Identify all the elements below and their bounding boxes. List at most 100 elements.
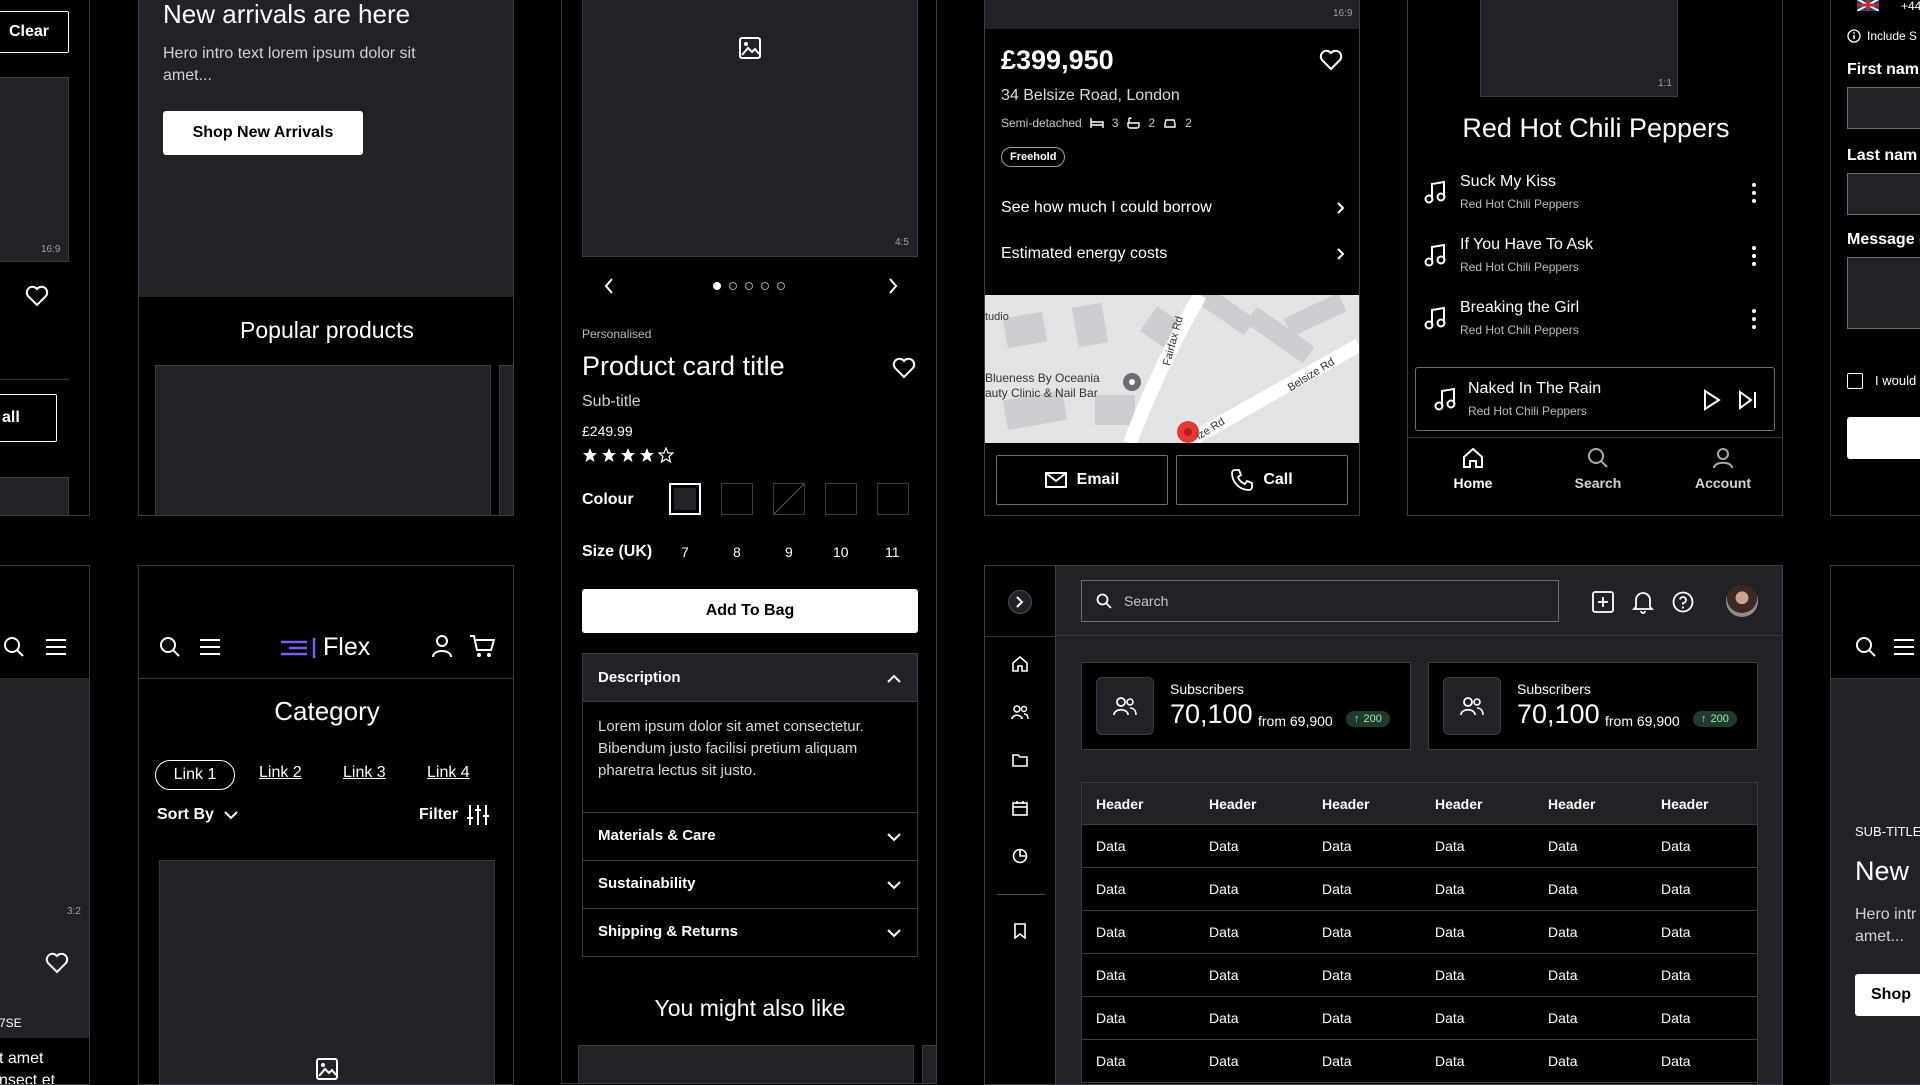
- music-note-icon: [1424, 307, 1446, 330]
- clear-button[interactable]: Clear: [0, 11, 69, 53]
- accordion-header-shipping[interactable]: Shipping & Returns: [583, 908, 917, 956]
- carousel-dots[interactable]: [713, 282, 785, 290]
- table-row[interactable]: Data Data Data Data Data Data: [1082, 1040, 1757, 1083]
- accordion-header-sustainability[interactable]: Sustainability: [583, 860, 917, 908]
- partial-card-bottom-left: 3:2 7SE t amet nsect et: [0, 565, 90, 1085]
- filter-button[interactable]: Filter: [419, 804, 490, 826]
- shop-new-arrivals-button[interactable]: Shop New Arrivals: [163, 111, 363, 155]
- colour-swatch-selected[interactable]: [669, 483, 701, 515]
- first-name-input[interactable]: [1847, 87, 1920, 129]
- track-item[interactable]: Breaking the Girl Red Hot Chili Peppers: [1408, 295, 1782, 351]
- chevron-right-icon[interactable]: [888, 278, 898, 294]
- table-cell: Data: [1435, 881, 1465, 897]
- music-note-icon: [1424, 181, 1446, 204]
- property-map[interactable]: tudio Blueness By Oceania auty Clinic & …: [985, 295, 1359, 443]
- heart-icon[interactable]: [892, 357, 916, 379]
- product-tile[interactable]: [499, 365, 513, 515]
- album-art: [1480, 0, 1678, 97]
- cart-icon[interactable]: [469, 634, 495, 658]
- size-option[interactable]: 7: [681, 544, 689, 560]
- table-row[interactable]: Data Data Data Data Data Data: [1082, 954, 1757, 997]
- property-price: £399,950: [1001, 45, 1114, 75]
- filter-sliders-icon: [467, 805, 490, 825]
- table-cell: Data: [1322, 1010, 1352, 1026]
- link-chip[interactable]: Link 3: [343, 764, 386, 782]
- nav-account[interactable]: Account: [1678, 447, 1768, 491]
- consent-checkbox[interactable]: [1847, 373, 1863, 389]
- search-icon[interactable]: [159, 636, 181, 658]
- star-filled-icon: [602, 448, 616, 462]
- colour-swatch-unavailable[interactable]: [773, 483, 805, 515]
- account-icon[interactable]: [431, 634, 453, 658]
- size-option[interactable]: 9: [785, 544, 793, 560]
- size-option[interactable]: 8: [733, 544, 741, 560]
- heart-icon[interactable]: [25, 285, 49, 307]
- menu-icon[interactable]: [45, 638, 67, 656]
- track-item[interactable]: Suck My Kiss Red Hot Chili Peppers: [1408, 169, 1782, 225]
- now-playing-bar[interactable]: Naked In The Rain Red Hot Chili Peppers: [1415, 367, 1775, 431]
- menu-icon[interactable]: [199, 638, 221, 656]
- table-cell: Data: [1322, 967, 1352, 983]
- table-row[interactable]: Data Data Data Data Data Data: [1082, 911, 1757, 954]
- call-button[interactable]: Call: [1176, 455, 1348, 505]
- table-header-cell[interactable]: Header: [1548, 796, 1595, 812]
- nav-search[interactable]: Search: [1553, 447, 1643, 491]
- size-option[interactable]: 10: [833, 544, 849, 560]
- product-tile[interactable]: [578, 1045, 914, 1083]
- link-chip[interactable]: Link 2: [259, 764, 302, 782]
- table-header-cell[interactable]: Header: [1209, 796, 1256, 812]
- colour-swatch[interactable]: [877, 483, 909, 515]
- link-chip-active[interactable]: Link 1: [155, 760, 235, 790]
- message-input[interactable]: [1847, 257, 1920, 329]
- last-name-label: Last nam: [1847, 147, 1918, 164]
- product-tile[interactable]: [155, 365, 491, 515]
- chevron-left-icon[interactable]: [604, 278, 614, 294]
- chevron-right-icon: [1337, 202, 1345, 214]
- uk-flag-icon: [1857, 0, 1879, 11]
- sort-by-dropdown[interactable]: Sort By: [157, 806, 238, 824]
- table-row[interactable]: Data Data Data Data Data Data: [1082, 868, 1757, 911]
- product-tile[interactable]: [922, 1045, 936, 1083]
- menu-icon[interactable]: [1893, 638, 1915, 656]
- email-button[interactable]: Email: [996, 455, 1168, 505]
- table-header-cell[interactable]: Header: [1096, 796, 1143, 812]
- search-icon[interactable]: [1855, 636, 1877, 658]
- track-item[interactable]: If You Have To Ask Red Hot Chili Peppers: [1408, 232, 1782, 288]
- table-row[interactable]: Data Data Data Data Data Data: [1082, 997, 1757, 1040]
- link-chip[interactable]: Link 4: [427, 764, 470, 782]
- table-header-cell[interactable]: Header: [1661, 796, 1708, 812]
- heart-icon[interactable]: [1319, 49, 1343, 71]
- view-all-button[interactable]: all: [0, 394, 57, 442]
- add-to-bag-button[interactable]: Add To Bag: [582, 589, 918, 633]
- property-address: 34 Belsize Road, London: [1001, 87, 1180, 104]
- energy-costs-link[interactable]: Estimated energy costs: [1001, 245, 1345, 263]
- table-row[interactable]: Data Data Data Data Data Data: [1082, 825, 1757, 868]
- hero-title: New arrivals are here: [163, 0, 411, 29]
- nav-home[interactable]: Home: [1428, 447, 1518, 491]
- stat-value: 70,100: [1517, 699, 1600, 729]
- search-input[interactable]: Search: [1081, 580, 1559, 622]
- borrow-link[interactable]: See how much I could borrow: [1001, 199, 1345, 217]
- last-name-input[interactable]: [1847, 173, 1920, 215]
- colour-swatch[interactable]: [721, 483, 753, 515]
- table-cell: Data: [1548, 881, 1578, 897]
- table-header-cell[interactable]: Header: [1322, 796, 1369, 812]
- dashboard-card: Search Subscribers 70,100 from 69,900 ↑ 2…: [984, 565, 1783, 1085]
- property-image: [985, 0, 1359, 29]
- size-option[interactable]: 11: [885, 544, 900, 560]
- product-image-placeholder[interactable]: [159, 860, 495, 1084]
- tenure-badge: Freehold: [1001, 147, 1066, 167]
- accordion-header-description[interactable]: Description: [583, 654, 917, 702]
- expand-sidebar-button[interactable]: [1008, 590, 1032, 614]
- submit-button[interactable]: [1847, 417, 1920, 459]
- calendar-icon: [1012, 801, 1028, 816]
- avatar[interactable]: [1726, 585, 1758, 617]
- colour-swatch[interactable]: [825, 483, 857, 515]
- users-icon-tile: [1443, 677, 1501, 735]
- search-icon[interactable]: [3, 636, 25, 658]
- shop-button[interactable]: Shop: [1855, 974, 1920, 1016]
- accordion-header-materials[interactable]: Materials & Care: [583, 812, 917, 860]
- table-header-cell[interactable]: Header: [1435, 796, 1482, 812]
- heart-icon[interactable]: [45, 952, 69, 974]
- track-title: If You Have To Ask: [1460, 236, 1594, 253]
